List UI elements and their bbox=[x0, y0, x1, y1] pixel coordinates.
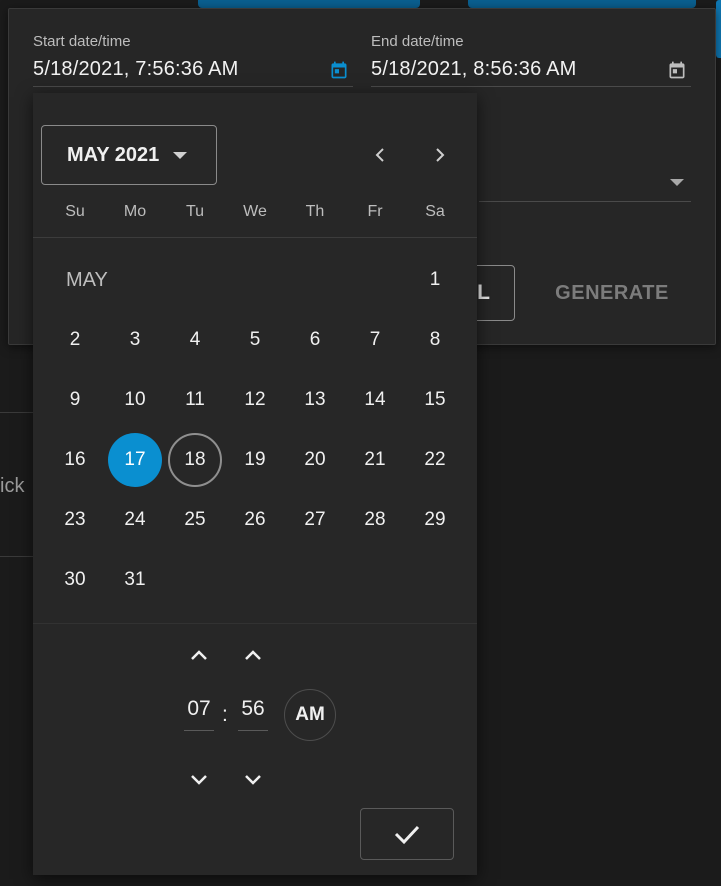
day-28[interactable]: 28 bbox=[348, 493, 402, 547]
hour-decrement-button[interactable] bbox=[185, 768, 213, 792]
day-16[interactable]: 16 bbox=[48, 433, 102, 487]
background-accent-fragment bbox=[716, 0, 721, 58]
chevron-right-icon bbox=[436, 148, 445, 162]
time-separator: : bbox=[222, 703, 228, 726]
day-11[interactable]: 11 bbox=[168, 373, 222, 427]
day-10[interactable]: 10 bbox=[108, 373, 162, 427]
calendar-month-label: MAY bbox=[66, 269, 108, 291]
day-8[interactable]: 8 bbox=[408, 313, 462, 367]
day-25[interactable]: 25 bbox=[168, 493, 222, 547]
background-button-fragment bbox=[468, 0, 696, 8]
confirm-button[interactable] bbox=[360, 808, 454, 860]
weekday-label: Mo bbox=[123, 203, 147, 220]
cancel-button-label: L bbox=[477, 281, 490, 304]
weekday-header: Su Mo Tu We Th Fr Sa bbox=[45, 203, 465, 221]
day-20[interactable]: 20 bbox=[288, 433, 342, 487]
chevron-down-icon bbox=[173, 151, 188, 159]
chevron-up-icon bbox=[245, 650, 261, 660]
start-datetime-value[interactable]: 5/18/2021, 7:56:36 AM bbox=[33, 58, 238, 81]
chevron-up-icon bbox=[191, 650, 207, 660]
weekday-label: Fr bbox=[367, 203, 383, 220]
day-18-today[interactable]: 18 bbox=[168, 433, 222, 487]
previous-month-button[interactable] bbox=[366, 141, 394, 169]
weekday-label: Sa bbox=[425, 203, 445, 220]
end-datetime-value[interactable]: 5/18/2021, 8:56:36 AM bbox=[371, 58, 576, 81]
day-3[interactable]: 3 bbox=[108, 313, 162, 367]
ampm-toggle-button[interactable]: AM bbox=[284, 689, 336, 741]
day-13[interactable]: 13 bbox=[288, 373, 342, 427]
day-14[interactable]: 14 bbox=[348, 373, 402, 427]
background-partial-text: ick bbox=[0, 475, 25, 497]
day-23[interactable]: 23 bbox=[48, 493, 102, 547]
day-30[interactable]: 30 bbox=[48, 553, 102, 607]
day-29[interactable]: 29 bbox=[408, 493, 462, 547]
weekday-label: We bbox=[243, 203, 267, 220]
month-year-selector[interactable]: MAY 2021 bbox=[41, 125, 217, 185]
weekday-label: Tu bbox=[185, 203, 205, 220]
weekday-label: Th bbox=[305, 203, 325, 220]
generate-button[interactable]: GENERATE bbox=[547, 273, 677, 313]
day-2[interactable]: 2 bbox=[48, 313, 102, 367]
day-26[interactable]: 26 bbox=[228, 493, 282, 547]
date-picker-popup: MAY 2021 Su Mo Tu We Th Fr Sa MAY 1 2 3 … bbox=[33, 93, 477, 875]
background-divider bbox=[0, 412, 33, 413]
day-17-selected[interactable]: 17 bbox=[108, 433, 162, 487]
day-6[interactable]: 6 bbox=[288, 313, 342, 367]
select-field-underline bbox=[479, 201, 691, 202]
end-datetime-field[interactable]: End date/time 5/18/2021, 8:56:36 AM bbox=[371, 33, 691, 87]
end-datetime-label: End date/time bbox=[371, 33, 464, 50]
next-month-button[interactable] bbox=[426, 141, 454, 169]
day-27[interactable]: 27 bbox=[288, 493, 342, 547]
background-button-fragment bbox=[198, 0, 420, 8]
start-datetime-field[interactable]: Start date/time 5/18/2021, 7:56:36 AM bbox=[33, 33, 353, 87]
background-divider bbox=[0, 556, 33, 557]
day-21[interactable]: 21 bbox=[348, 433, 402, 487]
minute-decrement-button[interactable] bbox=[239, 768, 267, 792]
checkmark-icon bbox=[394, 825, 420, 845]
end-datetime-input-row[interactable]: 5/18/2021, 8:56:36 AM bbox=[371, 53, 691, 87]
chevron-down-icon bbox=[191, 775, 207, 785]
day-4[interactable]: 4 bbox=[168, 313, 222, 367]
day-7[interactable]: 7 bbox=[348, 313, 402, 367]
hour-increment-button[interactable] bbox=[185, 643, 213, 667]
chevron-left-icon bbox=[375, 148, 384, 162]
calendar-icon[interactable] bbox=[667, 60, 687, 80]
day-15[interactable]: 15 bbox=[408, 373, 462, 427]
dropdown-caret-icon[interactable] bbox=[670, 179, 684, 186]
month-year-label: MAY 2021 bbox=[67, 143, 160, 166]
hour-input[interactable]: 07 bbox=[184, 697, 214, 731]
day-12[interactable]: 12 bbox=[228, 373, 282, 427]
day-5[interactable]: 5 bbox=[228, 313, 282, 367]
minute-input[interactable]: 56 bbox=[238, 697, 268, 731]
calendar-icon[interactable] bbox=[329, 60, 349, 80]
weekday-label: Su bbox=[65, 203, 85, 220]
day-19[interactable]: 19 bbox=[228, 433, 282, 487]
weekday-divider bbox=[33, 237, 477, 238]
chevron-down-icon bbox=[245, 775, 261, 785]
day-9[interactable]: 9 bbox=[48, 373, 102, 427]
time-section-divider bbox=[33, 623, 477, 624]
day-31[interactable]: 31 bbox=[108, 553, 162, 607]
start-datetime-input-row[interactable]: 5/18/2021, 7:56:36 AM bbox=[33, 53, 353, 87]
minute-increment-button[interactable] bbox=[239, 643, 267, 667]
day-24[interactable]: 24 bbox=[108, 493, 162, 547]
start-datetime-label: Start date/time bbox=[33, 33, 131, 50]
day-22[interactable]: 22 bbox=[408, 433, 462, 487]
day-1[interactable]: 1 bbox=[408, 253, 462, 307]
